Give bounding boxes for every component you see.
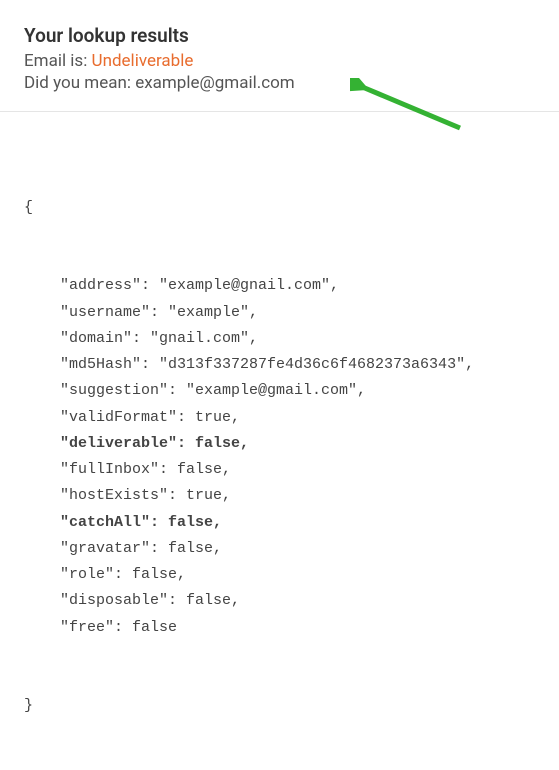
json-row-username: "username": "example", [24, 300, 535, 326]
json-row-fullInbox: "fullInbox": false, [24, 457, 535, 483]
results-title: Your lookup results [24, 24, 535, 47]
json-row-suggestion: "suggestion": "example@gmail.com", [24, 378, 535, 404]
status-line: Email is: Undeliverable [24, 51, 535, 71]
json-row-address: "address": "example@gnail.com", [24, 273, 535, 299]
json-row-hostExists: "hostExists": true, [24, 483, 535, 509]
json-row-validFormat: "validFormat": true, [24, 405, 535, 431]
json-response: { "address": "example@gnail.com","userna… [0, 112, 559, 770]
json-open-brace: { [24, 195, 535, 221]
json-row-gravatar: "gravatar": false, [24, 536, 535, 562]
json-row-free: "free": false [24, 615, 535, 641]
results-header: Your lookup results Email is: Undelivera… [0, 0, 559, 112]
json-row-role: "role": false, [24, 562, 535, 588]
json-close-brace: } [24, 693, 535, 719]
suggestion-label: Did you mean: [24, 73, 135, 93]
json-row-domain: "domain": "gnail.com", [24, 326, 535, 352]
status-value: Undeliverable [92, 51, 194, 71]
json-row-deliverable: "deliverable": false, [24, 431, 535, 457]
json-row-disposable: "disposable": false, [24, 588, 535, 614]
status-label: Email is: [24, 51, 92, 71]
suggestion-value: example@gmail.com [135, 73, 295, 93]
json-row-md5Hash: "md5Hash": "d313f337287fe4d36c6f4682373a… [24, 352, 535, 378]
suggestion-line: Did you mean: example@gmail.com [24, 73, 535, 93]
json-row-catchAll: "catchAll": false, [24, 510, 535, 536]
